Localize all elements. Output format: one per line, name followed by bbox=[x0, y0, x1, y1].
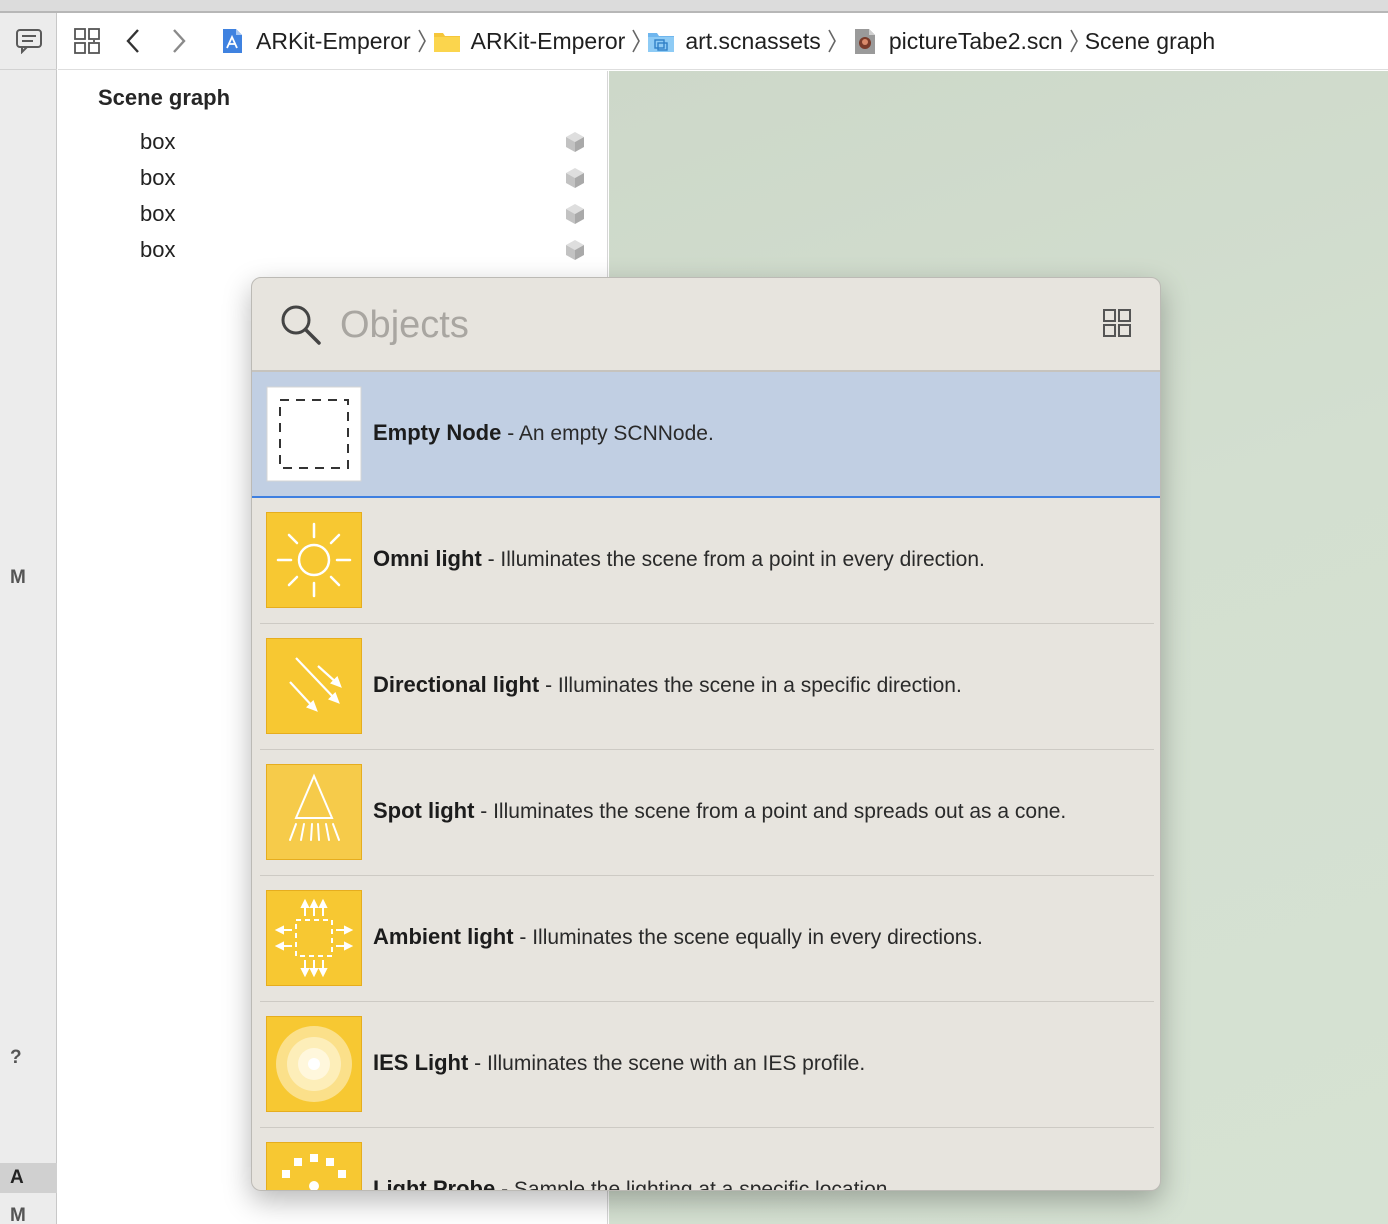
library-item-name: Spot light bbox=[373, 798, 475, 823]
folder-icon bbox=[433, 33, 460, 52]
library-item-description: - Illuminates the scene in a specific di… bbox=[545, 674, 962, 697]
light-probe-icon bbox=[266, 1142, 362, 1190]
library-item-name: Directional light bbox=[373, 672, 540, 697]
library-search-input[interactable] bbox=[340, 300, 1040, 350]
node-label: box bbox=[140, 237, 176, 262]
grid-view-icon[interactable] bbox=[1102, 308, 1132, 338]
library-item-description: - An empty SCNNode. bbox=[507, 422, 714, 445]
chevron-left-icon bbox=[126, 29, 139, 53]
scene-file-icon bbox=[854, 29, 875, 54]
node-label: box bbox=[140, 129, 176, 154]
node-label: box bbox=[140, 201, 176, 226]
chevron-right-icon bbox=[827, 27, 837, 55]
gutter-marker: A bbox=[0, 1163, 57, 1193]
library-item-description: - Illuminates the scene with an IES prof… bbox=[474, 1052, 866, 1075]
scene-graph-node[interactable]: box bbox=[58, 160, 608, 196]
breadcrumb-scene-graph[interactable]: Scene graph bbox=[1085, 28, 1215, 55]
geometry-cube-icon bbox=[566, 204, 584, 224]
library-item-description: - Illuminates the scene equally in every… bbox=[519, 926, 983, 949]
gutter-marker: M bbox=[10, 1205, 26, 1224]
scnassets-folder-icon bbox=[648, 33, 675, 52]
chevron-right-icon bbox=[1069, 27, 1079, 55]
gutter-marker: M bbox=[10, 567, 26, 588]
project-icon bbox=[223, 29, 242, 53]
ambient-light-icon bbox=[266, 890, 362, 986]
jump-bar: ARKit-Emperor ARKit-Emperor art.scnasset… bbox=[58, 13, 1388, 70]
library-item-directional-light[interactable]: Directional light - Illuminates the scen… bbox=[252, 624, 1160, 750]
omni-light-icon bbox=[266, 512, 362, 608]
library-item-light-probe[interactable]: Light Probe - Sample the lighting at a s… bbox=[252, 1128, 1160, 1191]
chevron-right-icon bbox=[631, 27, 641, 55]
chevron-right-icon bbox=[173, 29, 186, 53]
window-top-edge bbox=[0, 0, 1388, 13]
geometry-cube-icon bbox=[566, 240, 584, 260]
gutter-marker: ? bbox=[10, 1047, 22, 1068]
forward-button[interactable] bbox=[156, 13, 202, 70]
library-item-name: IES Light bbox=[373, 1050, 469, 1075]
breadcrumb-label: ARKit-Emperor bbox=[256, 27, 411, 54]
library-item-omni-light[interactable]: Omni light - Illuminates the scene from … bbox=[252, 498, 1160, 624]
breadcrumb-label: art.scnassets bbox=[685, 27, 821, 54]
back-button[interactable] bbox=[110, 13, 156, 70]
ies-light-icon bbox=[266, 1016, 362, 1112]
breadcrumb-label: pictureTabe2.scn bbox=[888, 27, 1063, 54]
directional-light-icon bbox=[266, 638, 362, 734]
library-item-name: Omni light bbox=[373, 546, 482, 571]
breadcrumb: ARKit-Emperor ARKit-Emperor art.scnasset… bbox=[218, 27, 1215, 55]
breadcrumb-label: ARKit-Emperor bbox=[470, 27, 626, 54]
geometry-cube-icon bbox=[566, 132, 584, 152]
comment-button[interactable] bbox=[0, 13, 57, 70]
scene-graph-node[interactable]: box bbox=[58, 124, 608, 160]
scene-graph-node[interactable]: box bbox=[58, 232, 608, 268]
breadcrumb-scene-file[interactable]: pictureTabe2.scn bbox=[851, 27, 1063, 55]
related-items-icon bbox=[74, 28, 100, 54]
spot-light-icon bbox=[266, 764, 362, 860]
library-item-name: Empty Node bbox=[373, 420, 502, 445]
library-item-ambient-light[interactable]: Ambient light - Illuminates the scene eq… bbox=[252, 876, 1160, 1002]
library-item-empty-node[interactable]: Empty Node - An empty SCNNode. bbox=[252, 372, 1160, 498]
library-item-description: - Illuminates the scene from a point in … bbox=[487, 548, 985, 571]
breadcrumb-label: Scene graph bbox=[1084, 27, 1216, 54]
library-item-list: Empty Node - An empty SCNNode. Omni ligh… bbox=[252, 372, 1160, 1191]
node-label: box bbox=[140, 165, 176, 190]
library-search-bar bbox=[252, 278, 1160, 372]
search-icon bbox=[281, 305, 321, 345]
scene-graph-node[interactable]: box bbox=[58, 196, 608, 232]
breadcrumb-scnassets[interactable]: art.scnassets bbox=[647, 27, 821, 55]
library-item-description: - Illuminates the scene from a point and… bbox=[480, 800, 1067, 823]
object-library-popover: Empty Node - An empty SCNNode. Omni ligh… bbox=[251, 277, 1161, 1191]
library-item-name: Ambient light bbox=[373, 924, 514, 949]
chevron-right-icon bbox=[417, 27, 427, 55]
library-item-description: - Sample the lighting at a specific loca… bbox=[501, 1178, 894, 1191]
related-items-button[interactable] bbox=[64, 13, 110, 70]
scene-graph-title: Scene graph bbox=[98, 85, 231, 110]
geometry-cube-icon bbox=[566, 168, 584, 188]
breadcrumb-group[interactable]: ARKit-Emperor bbox=[433, 27, 626, 55]
library-item-spot-light[interactable]: Spot light - Illuminates the scene from … bbox=[252, 750, 1160, 876]
library-item-ies-light[interactable]: IES Light - Illuminates the scene with a… bbox=[252, 1002, 1160, 1128]
breadcrumb-project[interactable]: ARKit-Emperor bbox=[218, 27, 411, 55]
left-gutter: M ? A M bbox=[0, 13, 57, 1224]
comment-icon bbox=[15, 29, 42, 54]
library-item-name: Light Probe bbox=[373, 1176, 496, 1191]
empty-node-icon bbox=[266, 386, 362, 482]
